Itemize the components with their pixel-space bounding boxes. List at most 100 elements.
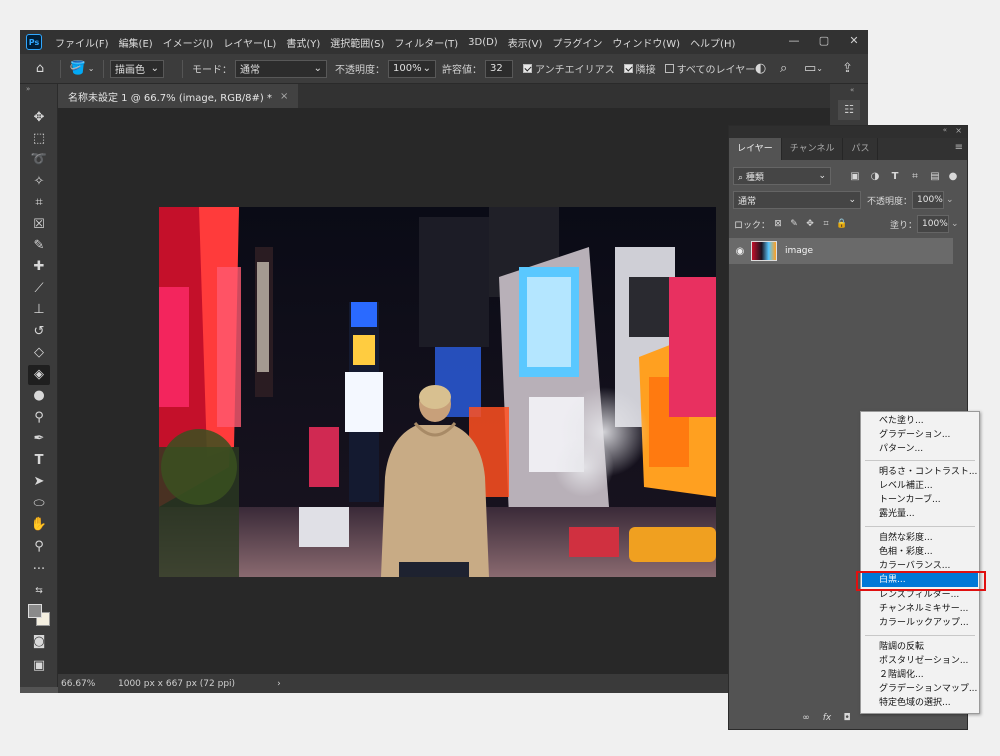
layer-opacity-input[interactable]: 100%	[912, 191, 945, 209]
type-filter-icon[interactable]: T	[885, 171, 905, 182]
menu-item-pattern[interactable]: パターン...	[862, 442, 978, 456]
maximize-button[interactable]: ▢	[816, 34, 832, 48]
status-menu-arrow-icon[interactable]: ›	[277, 679, 281, 689]
menu-item-invert[interactable]: 階調の反転	[862, 640, 978, 654]
menu-view[interactable]: 表示(V)	[503, 35, 548, 50]
menu-item-solid-color[interactable]: べた塗り...	[862, 414, 978, 428]
tolerance-input[interactable]: 32	[485, 59, 513, 78]
tab-paths[interactable]: パス	[843, 138, 879, 160]
tab-layers[interactable]: レイヤー	[729, 138, 782, 160]
menu-item-color-lookup[interactable]: カラールックアップ...	[862, 616, 978, 630]
menu-filter[interactable]: フィルター(T)	[389, 35, 463, 50]
hand-tool-icon[interactable]: ✋	[28, 515, 50, 535]
menu-item-channel-mixer[interactable]: チャンネルミキサー...	[862, 602, 978, 616]
mode-select[interactable]: 通常 ⌄	[235, 59, 327, 78]
menu-image[interactable]: イメージ(I)	[158, 35, 219, 50]
menu-item-vibrance[interactable]: 自然な彩度...	[862, 531, 978, 545]
marquee-tool-icon[interactable]: ⬚	[28, 129, 50, 149]
eye-icon[interactable]: ◉	[729, 246, 751, 257]
filter-toggle-icon[interactable]: ●	[945, 171, 961, 182]
paint-bucket-preset-icon[interactable]: 🪣 ⌄	[67, 61, 97, 76]
zoom-level[interactable]: 66.67%	[58, 679, 114, 689]
chevron-down-icon[interactable]: ⌄	[951, 219, 959, 229]
stamp-tool-icon[interactable]: ⊥	[28, 300, 50, 320]
menu-select[interactable]: 選択範囲(S)	[325, 35, 389, 50]
layer-row[interactable]: ◉ image	[729, 238, 953, 264]
close-tab-icon[interactable]: ×	[280, 91, 288, 102]
lock-position-icon[interactable]: ✥	[802, 219, 818, 229]
home-icon[interactable]: ⌂	[26, 61, 54, 76]
menu-item-threshold[interactable]: ２階調化...	[862, 668, 978, 682]
swap-colors-icon[interactable]: ⇆	[28, 581, 50, 601]
pixel-filter-icon[interactable]: ▣	[845, 171, 865, 182]
menu-item-posterize[interactable]: ポスタリゼーション...	[862, 654, 978, 668]
layer-filter-select[interactable]: ⌕ 種類 ⌄	[733, 167, 831, 185]
workspace-icon[interactable]: ▭ ⌄	[804, 61, 823, 76]
zoom-tool-icon[interactable]: ⚲	[28, 537, 50, 557]
collapse-icon[interactable]: «	[943, 126, 947, 134]
document-tab[interactable]: 名称未設定 1 @ 66.7% (image, RGB/8#) * ×	[58, 84, 299, 108]
menu-plugins[interactable]: プラグイン	[547, 35, 607, 50]
frame-tool-icon[interactable]: ☒	[28, 215, 50, 235]
type-tool-icon[interactable]: T	[28, 451, 50, 471]
fill-source-select[interactable]: 描画色 ⌄	[110, 59, 164, 78]
crop-tool-icon[interactable]: ⌗	[28, 193, 50, 213]
menu-layer[interactable]: レイヤー(L)	[218, 35, 281, 50]
share-icon[interactable]: ⇪	[842, 61, 853, 76]
lock-pixels-icon[interactable]: ✎	[786, 219, 802, 229]
mask-icon[interactable]: ◘	[837, 713, 857, 723]
menu-help[interactable]: ヘルプ(H)	[685, 35, 740, 50]
blend-mode-select[interactable]: 通常 ⌄	[733, 191, 861, 209]
menu-item-curves[interactable]: トーンカーブ...	[862, 493, 978, 507]
properties-panel-icon[interactable]: ☷	[838, 100, 860, 120]
blur-tool-icon[interactable]: ●	[28, 386, 50, 406]
collapse-icon[interactable]: «	[850, 86, 854, 94]
move-tool-icon[interactable]: ✥	[28, 108, 50, 128]
shape-tool-icon[interactable]: ⬭	[28, 494, 50, 514]
panel-menu-icon[interactable]: ≡	[955, 142, 963, 153]
close-icon[interactable]: ×	[955, 126, 962, 135]
menu-item-exposure[interactable]: 露光量...	[862, 507, 978, 521]
minimize-button[interactable]: —	[786, 34, 802, 48]
menu-item-selective-color[interactable]: 特定色域の選択...	[862, 696, 978, 710]
search-icon[interactable]: ⌕	[780, 61, 787, 76]
lock-artboard-icon[interactable]: ⌗	[818, 219, 834, 229]
close-button[interactable]: ✕	[846, 34, 862, 48]
lock-transparent-icon[interactable]: ⊠	[770, 219, 786, 229]
path-selection-tool-icon[interactable]: ➤	[28, 472, 50, 492]
lock-all-icon[interactable]: 🔒	[834, 219, 850, 229]
shape-filter-icon[interactable]: ⌗	[905, 171, 925, 182]
eraser-tool-icon[interactable]: ◇	[28, 343, 50, 363]
menu-item-gradient[interactable]: グラデーション...	[862, 428, 978, 442]
menu-type[interactable]: 書式(Y)	[281, 35, 325, 50]
menu-item-brightness-contrast[interactable]: 明るさ・コントラスト...	[862, 465, 978, 479]
chevron-down-icon[interactable]: ⌄	[946, 195, 954, 205]
eyedropper-tool-icon[interactable]: ✎	[28, 236, 50, 256]
paint-bucket-tool-icon[interactable]: ◈	[28, 365, 50, 385]
antialias-checkbox[interactable]	[523, 64, 532, 73]
menu-item-levels[interactable]: レベル補正...	[862, 479, 978, 493]
adjustment-filter-icon[interactable]: ◑	[865, 171, 885, 182]
menu-window[interactable]: ウィンドウ(W)	[607, 35, 685, 50]
all-layers-checkbox[interactable]	[664, 64, 674, 73]
menu-3d[interactable]: 3D(D)	[463, 37, 503, 48]
magic-wand-tool-icon[interactable]: ✧	[28, 172, 50, 192]
dodge-tool-icon[interactable]: ⚲	[28, 408, 50, 428]
fx-icon[interactable]: fx	[817, 713, 837, 723]
sample-icon[interactable]: ◐	[755, 61, 766, 76]
menu-item-gradient-map[interactable]: グラデーションマップ...	[862, 682, 978, 696]
brush-tool-icon[interactable]: ⟋	[28, 279, 50, 299]
screen-mode-icon[interactable]: ▣	[28, 656, 50, 676]
quick-mask-icon[interactable]: ◙	[28, 632, 50, 652]
foreground-color-swatch[interactable]	[28, 604, 42, 618]
layer-name[interactable]: image	[785, 246, 813, 256]
fill-input[interactable]: 100%	[917, 215, 950, 233]
link-icon[interactable]: ∞	[795, 713, 817, 723]
healing-brush-tool-icon[interactable]: ✚	[28, 257, 50, 277]
menu-edit[interactable]: 編集(E)	[114, 35, 158, 50]
collapse-icon[interactable]: »	[26, 85, 30, 93]
menu-file[interactable]: ファイル(F)	[50, 35, 114, 50]
contiguous-checkbox[interactable]	[623, 64, 633, 73]
smart-object-filter-icon[interactable]: ▤	[925, 171, 945, 182]
history-brush-tool-icon[interactable]: ↺	[28, 322, 50, 342]
